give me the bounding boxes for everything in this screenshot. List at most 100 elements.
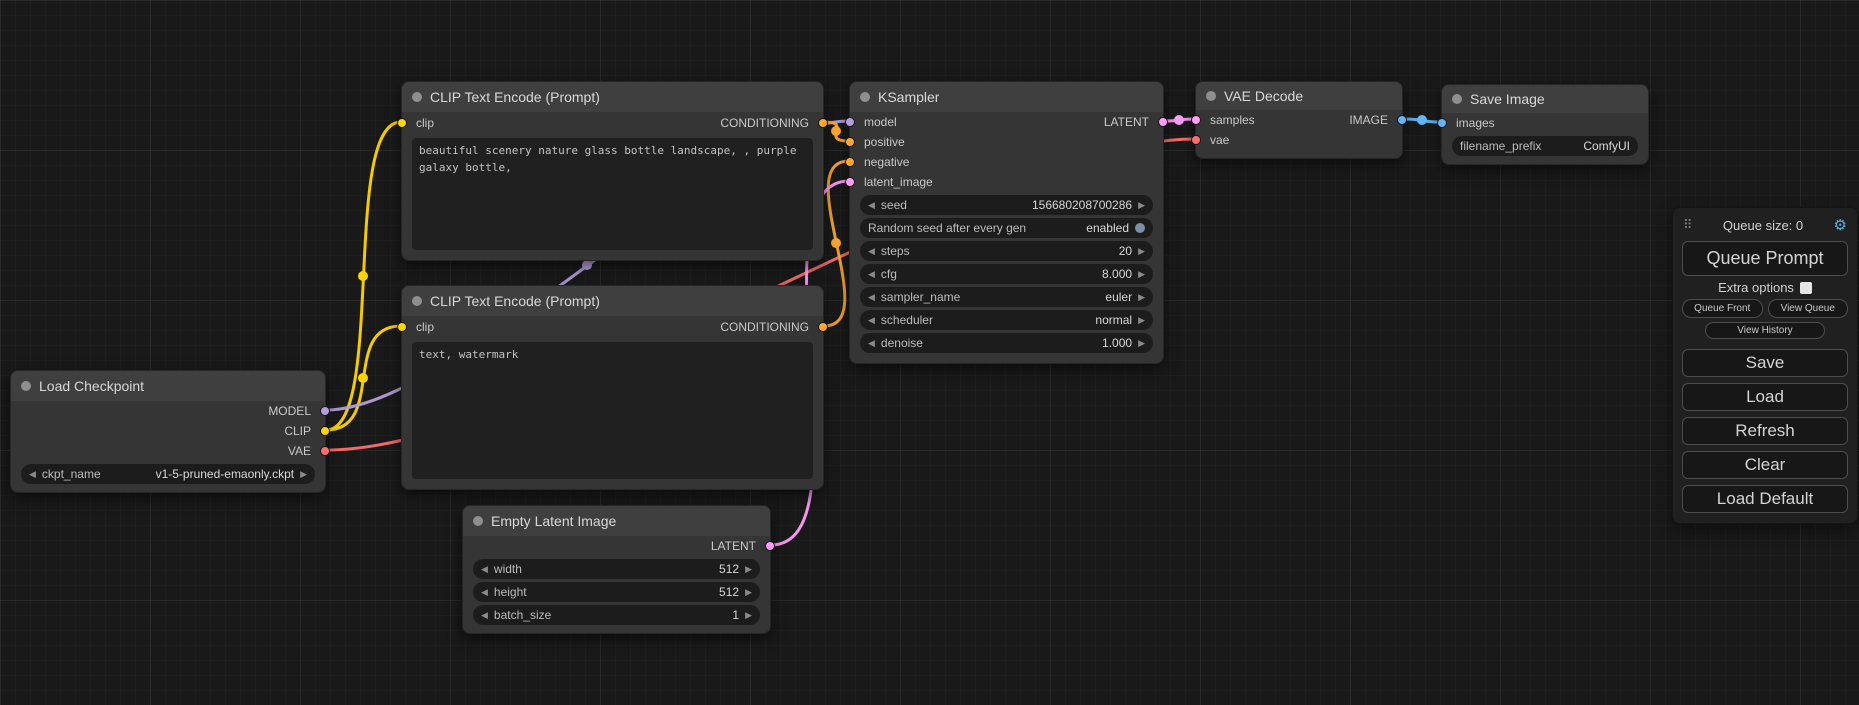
- widget-filename-prefix[interactable]: filename_prefix ComfyUI: [1452, 136, 1638, 156]
- collapse-dot-icon[interactable]: [412, 92, 422, 102]
- link-midpoint-dot: [831, 238, 841, 248]
- clear-button[interactable]: Clear: [1682, 451, 1848, 479]
- widget-batch-size[interactable]: ◀ batch_size 1 ▶: [473, 605, 760, 625]
- node-title-bar[interactable]: VAE Decode: [1196, 82, 1402, 110]
- node-empty-latent-image[interactable]: Empty Latent Image LATENT ◀ width 512 ▶ …: [462, 505, 771, 634]
- output-label-conditioning: CONDITIONING: [720, 320, 809, 334]
- node-load-checkpoint[interactable]: Load Checkpoint MODEL CLIP VAE ◀ ckpt_na…: [10, 370, 326, 493]
- queue-size-label: Queue size: 0: [1693, 218, 1834, 233]
- drag-handle-icon[interactable]: ⠿: [1683, 217, 1693, 233]
- widget-value: 8.000: [1102, 267, 1132, 281]
- input-dot-images[interactable]: [1437, 118, 1447, 128]
- stepper-right-icon[interactable]: ▶: [1138, 293, 1145, 302]
- node-title-bar[interactable]: Save Image: [1442, 85, 1648, 113]
- save-button[interactable]: Save: [1682, 349, 1848, 377]
- input-dot-samples[interactable]: [1191, 115, 1201, 125]
- input-dot-clip[interactable]: [397, 118, 407, 128]
- widget-ckpt-name[interactable]: ◀ ckpt_name v1-5-pruned-emaonly.ckpt ▶: [21, 464, 315, 484]
- input-dot-negative[interactable]: [845, 157, 855, 167]
- node-vae-decode[interactable]: VAE Decode samples IMAGE vae: [1195, 81, 1403, 159]
- toggle-dot-icon[interactable]: [1135, 223, 1145, 233]
- node-graph-canvas[interactable]: Load Checkpoint MODEL CLIP VAE ◀ ckpt_na…: [0, 0, 1859, 705]
- collapse-dot-icon[interactable]: [412, 296, 422, 306]
- stepper-left-icon[interactable]: ◀: [481, 588, 488, 597]
- widget-label: seed: [881, 198, 907, 212]
- widget-sampler-name[interactable]: ◀ sampler_name euler ▶: [860, 287, 1153, 307]
- widget-seed[interactable]: ◀ seed 156680208700286 ▶: [860, 195, 1153, 215]
- widget-denoise[interactable]: ◀ denoise 1.000 ▶: [860, 333, 1153, 353]
- widget-value: 1.000: [1102, 336, 1132, 350]
- collapse-dot-icon[interactable]: [1452, 94, 1462, 104]
- collapse-dot-icon[interactable]: [1206, 91, 1216, 101]
- input-label-samples: samples: [1210, 113, 1255, 127]
- node-title-bar[interactable]: KSampler: [850, 82, 1163, 112]
- stepper-right-icon[interactable]: ▶: [1138, 339, 1145, 348]
- input-dot-model[interactable]: [845, 117, 855, 127]
- stepper-right-icon[interactable]: ▶: [300, 470, 307, 479]
- node-clip-text-encode-positive[interactable]: CLIP Text Encode (Prompt) clip CONDITION…: [401, 81, 824, 261]
- input-dot-positive[interactable]: [845, 137, 855, 147]
- stepper-right-icon[interactable]: ▶: [1138, 201, 1145, 210]
- output-slot-latent: LATENT: [463, 536, 770, 556]
- node-title-bar[interactable]: CLIP Text Encode (Prompt): [402, 82, 823, 112]
- input-dot-vae[interactable]: [1191, 135, 1201, 145]
- stepper-left-icon[interactable]: ◀: [481, 611, 488, 620]
- positive-prompt-textarea[interactable]: beautiful scenery nature glass bottle la…: [412, 138, 813, 250]
- stepper-left-icon[interactable]: ◀: [29, 470, 36, 479]
- widget-steps[interactable]: ◀ steps 20 ▶: [860, 241, 1153, 261]
- load-default-button[interactable]: Load Default: [1682, 485, 1848, 513]
- stepper-left-icon[interactable]: ◀: [868, 201, 875, 210]
- stepper-left-icon[interactable]: ◀: [868, 247, 875, 256]
- stepper-left-icon[interactable]: ◀: [481, 565, 488, 574]
- input-dot-latent-image[interactable]: [845, 177, 855, 187]
- view-queue-button[interactable]: View Queue: [1768, 299, 1849, 318]
- node-ksampler[interactable]: KSampler model LATENT positive negative …: [849, 81, 1164, 364]
- node-title-bar[interactable]: Load Checkpoint: [11, 371, 325, 401]
- node-clip-text-encode-negative[interactable]: CLIP Text Encode (Prompt) clip CONDITION…: [401, 285, 824, 490]
- stepper-left-icon[interactable]: ◀: [868, 293, 875, 302]
- widget-value: 512: [719, 585, 739, 599]
- stepper-left-icon[interactable]: ◀: [868, 339, 875, 348]
- widget-height[interactable]: ◀ height 512 ▶: [473, 582, 760, 602]
- widget-cfg[interactable]: ◀ cfg 8.000 ▶: [860, 264, 1153, 284]
- output-dot-latent[interactable]: [765, 541, 775, 551]
- collapse-dot-icon[interactable]: [860, 92, 870, 102]
- view-history-button[interactable]: View History: [1705, 322, 1825, 339]
- output-dot-conditioning[interactable]: [818, 322, 828, 332]
- queue-front-button[interactable]: Queue Front: [1682, 299, 1763, 318]
- node-title-bar[interactable]: CLIP Text Encode (Prompt): [402, 286, 823, 316]
- node-save-image[interactable]: Save Image images filename_prefix ComfyU…: [1441, 84, 1649, 165]
- stepper-right-icon[interactable]: ▶: [1138, 270, 1145, 279]
- widget-width[interactable]: ◀ width 512 ▶: [473, 559, 760, 579]
- output-dot-conditioning[interactable]: [818, 118, 828, 128]
- widget-scheduler[interactable]: ◀ scheduler normal ▶: [860, 310, 1153, 330]
- input-dot-clip[interactable]: [397, 322, 407, 332]
- collapse-dot-icon[interactable]: [21, 381, 31, 391]
- node-title-bar[interactable]: Empty Latent Image: [463, 506, 770, 536]
- stepper-right-icon[interactable]: ▶: [745, 611, 752, 620]
- stepper-left-icon[interactable]: ◀: [868, 316, 875, 325]
- stepper-right-icon[interactable]: ▶: [1138, 247, 1145, 256]
- output-dot-model[interactable]: [320, 406, 330, 416]
- stepper-right-icon[interactable]: ▶: [745, 588, 752, 597]
- settings-gear-icon[interactable]: ⚙: [1834, 216, 1847, 234]
- stepper-left-icon[interactable]: ◀: [868, 270, 875, 279]
- output-dot-latent[interactable]: [1158, 117, 1168, 127]
- output-dot-vae[interactable]: [320, 446, 330, 456]
- load-button[interactable]: Load: [1682, 383, 1848, 411]
- link-midpoint-dot: [1174, 115, 1184, 125]
- queue-prompt-button[interactable]: Queue Prompt: [1682, 241, 1848, 276]
- widget-value: v1-5-pruned-emaonly.ckpt: [156, 467, 295, 481]
- output-label-latent: LATENT: [711, 539, 756, 553]
- negative-prompt-textarea[interactable]: text, watermark: [412, 342, 813, 479]
- output-label-latent: LATENT: [1104, 115, 1149, 129]
- widget-random-seed-toggle[interactable]: Random seed after every gen enabled: [860, 218, 1153, 238]
- extra-options-checkbox[interactable]: [1800, 282, 1812, 294]
- output-dot-clip[interactable]: [320, 426, 330, 436]
- link-midpoint-dot: [582, 260, 592, 270]
- output-dot-image[interactable]: [1397, 115, 1407, 125]
- collapse-dot-icon[interactable]: [473, 516, 483, 526]
- stepper-right-icon[interactable]: ▶: [1138, 316, 1145, 325]
- refresh-button[interactable]: Refresh: [1682, 417, 1848, 445]
- stepper-right-icon[interactable]: ▶: [745, 565, 752, 574]
